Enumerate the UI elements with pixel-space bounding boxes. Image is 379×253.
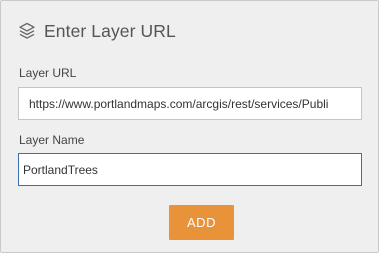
layer-url-label: Layer URL: [19, 66, 77, 80]
dialog-header: Enter Layer URL: [17, 20, 176, 42]
add-button[interactable]: ADD: [169, 205, 234, 240]
layer-url-input[interactable]: [18, 87, 362, 120]
add-layer-panel: Enter Layer URL Layer URL Layer Name ADD: [0, 0, 379, 253]
layer-name-input[interactable]: [18, 153, 362, 186]
layer-name-label: Layer Name: [19, 133, 85, 147]
dialog-title: Enter Layer URL: [44, 20, 176, 41]
layers-icon: [17, 21, 37, 41]
